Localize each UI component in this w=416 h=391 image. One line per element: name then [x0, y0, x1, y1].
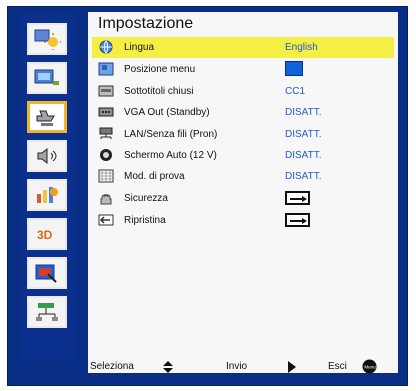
menu-row-vga[interactable]: VGA Out (Standby) DISATT.: [92, 102, 394, 123]
options-icon: [37, 187, 58, 203]
menu-value-vga: DISATT.: [285, 107, 322, 118]
menu-label-sottotitoli: Sottotitoli chiusi: [124, 86, 194, 97]
sidebar-item-setup[interactable]: [27, 101, 67, 133]
reset-icon: [98, 214, 114, 226]
footer-help: Seleziona Invio Esci Menu: [90, 358, 390, 376]
right-arrow-icon: [290, 218, 307, 224]
menu-label-vga: VGA Out (Standby): [124, 107, 210, 118]
footer-exit-label: Esci: [328, 361, 347, 372]
menu-label-prova: Mod. di prova: [124, 171, 185, 182]
image-settings-icon: [34, 29, 61, 50]
menu-label-sicurezza: Sicurezza: [124, 193, 168, 204]
menu-row-lan[interactable]: LAN/Senza fili (Pron) DISATT.: [92, 124, 394, 145]
sidebar-item-options[interactable]: [27, 179, 67, 211]
display-settings-icon: [34, 69, 59, 85]
security-icon: [100, 194, 112, 205]
sidebar-item-network[interactable]: [27, 296, 67, 328]
ripristina-arrow-button[interactable]: [285, 213, 310, 227]
globe-icon: [99, 40, 113, 54]
menu-label-lan: LAN/Senza fili (Pron): [124, 129, 218, 140]
lan-icon: [99, 127, 113, 139]
sidebar-item-audio[interactable]: [27, 140, 67, 172]
menu-value-schermo: DISATT.: [285, 150, 322, 161]
menu-value-sottotitoli: CC1: [285, 86, 306, 97]
interactive-icon: [35, 264, 57, 283]
svg-text:3D: 3D: [37, 228, 53, 242]
sicurezza-arrow-button[interactable]: [285, 191, 310, 205]
menu-label-schermo: Schermo Auto (12 V): [124, 150, 217, 161]
menu-label-ripristina: Ripristina: [124, 215, 166, 226]
network-icon: [36, 303, 58, 321]
sidebar-item-image[interactable]: [27, 23, 67, 55]
footer-select-label: Seleziona: [90, 361, 134, 372]
test-pattern-icon: [98, 169, 114, 183]
up-down-arrow-icon: [163, 361, 173, 373]
closed-caption-icon: [98, 85, 114, 97]
menu-label-lingua: Lingua: [124, 42, 155, 53]
sidebar-item-3d[interactable]: 3D: [27, 218, 67, 250]
footer-enter-label: Invio: [226, 361, 248, 372]
sidebar: 3D: [21, 13, 75, 360]
right-arrow-icon: [290, 196, 307, 202]
sidebar-item-interactive[interactable]: [27, 257, 67, 289]
audio-icon: [37, 147, 57, 165]
sidebar-item-display[interactable]: [27, 62, 67, 94]
menu-row-lingua[interactable]: Lingua English: [92, 37, 394, 58]
screen-icon: [100, 149, 112, 161]
menu-row-ripristina[interactable]: Ripristina: [92, 210, 394, 231]
right-triangle-icon: [288, 361, 296, 373]
menu-row-prova[interactable]: Mod. di prova DISATT.: [92, 166, 394, 187]
menu-row-sicurezza[interactable]: Sicurezza: [92, 188, 394, 209]
menu-value-prova: DISATT.: [285, 171, 322, 182]
vga-icon: [98, 107, 114, 117]
menu-row-posizione[interactable]: Posizione menu: [92, 59, 394, 80]
menu-value-lan: DISATT.: [285, 129, 322, 140]
menu-row-schermo[interactable]: Schermo Auto (12 V) DISATT.: [92, 145, 394, 166]
menu-button-label: Menu: [364, 365, 376, 370]
menu-button-icon: Menu: [362, 359, 377, 374]
setup-settings-icon: [36, 110, 55, 126]
menu-value-lingua: English: [285, 42, 318, 53]
3d-icon: 3D: [37, 228, 53, 242]
menu-label-posizione: Posizione menu: [124, 64, 196, 75]
page-title: Impostazione: [98, 15, 194, 32]
menu-position-icon: [98, 62, 114, 76]
menu-row-sottotitoli[interactable]: Sottotitoli chiusi CC1: [92, 81, 394, 102]
menu-position-indicator[interactable]: [285, 61, 303, 76]
